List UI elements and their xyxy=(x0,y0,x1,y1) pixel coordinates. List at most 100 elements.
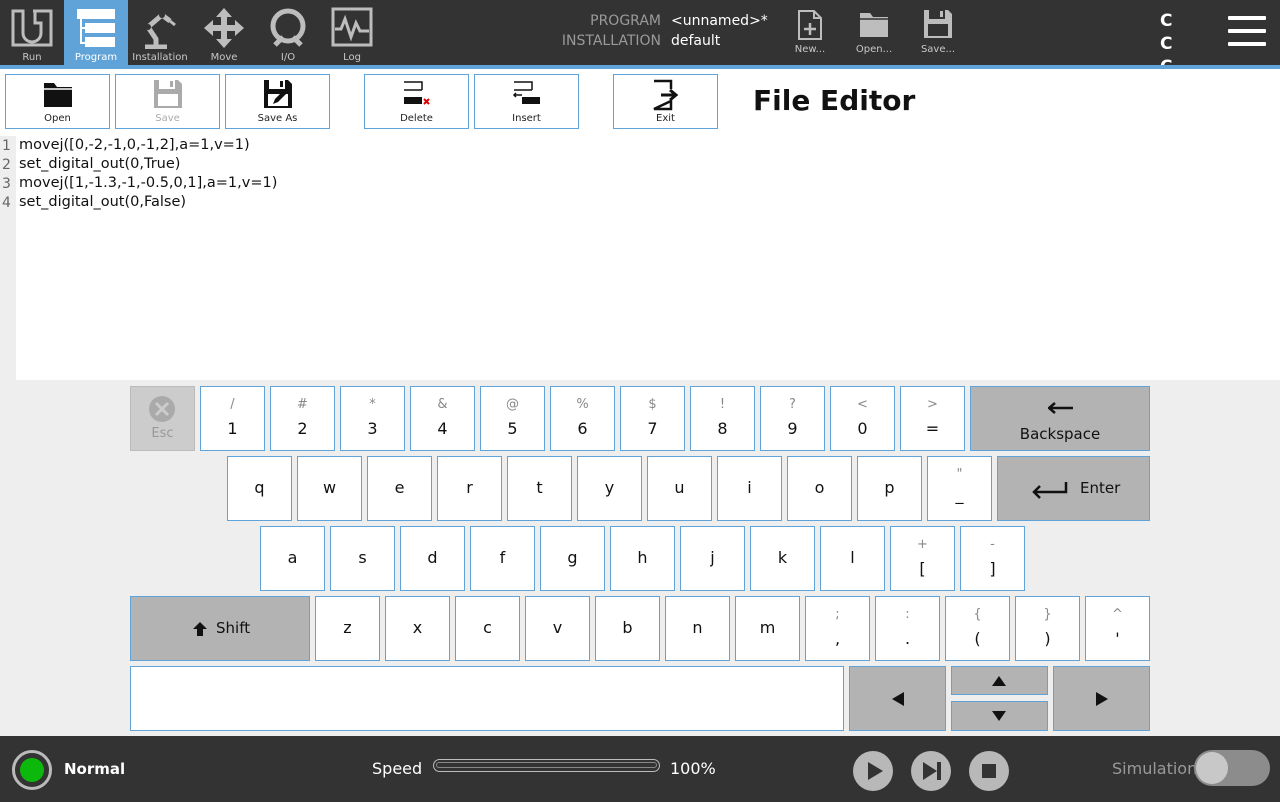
step-button[interactable] xyxy=(911,751,951,791)
speed-slider[interactable] xyxy=(433,759,660,772)
insert-line-button[interactable]: Insert xyxy=(474,74,579,129)
exit-editor-button[interactable]: Exit xyxy=(613,74,718,129)
key-l[interactable]: l xyxy=(820,526,885,591)
cursor-right-key[interactable] xyxy=(1053,666,1150,731)
program-name: <unnamed>* xyxy=(671,13,768,29)
nav-io-button[interactable]: I/O xyxy=(256,0,320,65)
key-f[interactable]: f xyxy=(470,526,535,591)
key-o[interactable]: o xyxy=(787,456,852,521)
code-line[interactable]: set_digital_out(0,False) xyxy=(19,194,186,210)
key-7[interactable]: $7 xyxy=(620,386,685,451)
folder-icon xyxy=(860,13,888,37)
backspace-key[interactable]: Backspace xyxy=(970,386,1150,451)
key-c[interactable]: c xyxy=(455,596,520,661)
nav-log-button[interactable]: Log xyxy=(320,0,384,65)
code-line[interactable]: movej([0,-2,-1,0,-1,2],a=1,v=1) xyxy=(19,137,250,153)
key-h[interactable]: h xyxy=(610,526,675,591)
key-e[interactable]: e xyxy=(367,456,432,521)
key-k[interactable]: k xyxy=(750,526,815,591)
installation-label: INSTALLATION xyxy=(561,33,661,49)
key-main-char: z xyxy=(343,618,352,637)
code-line[interactable]: set_digital_out(0,True) xyxy=(19,156,180,172)
key-g[interactable]: g xyxy=(540,526,605,591)
key-period[interactable]: :. xyxy=(875,596,940,661)
key-right-bracket[interactable]: -] xyxy=(960,526,1025,591)
key-4[interactable]: & 4 xyxy=(410,386,475,451)
cursor-left-key[interactable] xyxy=(849,666,946,731)
key-6[interactable]: % 6 xyxy=(550,386,615,451)
escape-key[interactable]: Esc xyxy=(130,386,195,451)
key-2[interactable]: #2 xyxy=(270,386,335,451)
key-n[interactable]: n xyxy=(665,596,730,661)
enter-key[interactable]: Enter xyxy=(997,456,1150,521)
key-alt-char: ! xyxy=(719,397,726,412)
key-equals[interactable]: > = xyxy=(900,386,965,451)
key-s[interactable]: s xyxy=(330,526,395,591)
key-underscore[interactable]: " _ xyxy=(927,456,992,521)
key-comma[interactable]: ;, xyxy=(805,596,870,661)
key-0[interactable]: <0 xyxy=(830,386,895,451)
key-right-paren[interactable]: }) xyxy=(1015,596,1080,661)
key-b[interactable]: b xyxy=(595,596,660,661)
robot-status-label: Normal xyxy=(64,760,126,778)
new-file-icon xyxy=(798,10,822,40)
key-d[interactable]: d xyxy=(400,526,465,591)
stop-button[interactable] xyxy=(969,751,1009,791)
key-9[interactable]: ? 9 xyxy=(760,386,825,451)
nav-installation-button[interactable]: Installation xyxy=(128,0,192,65)
key-r[interactable]: r xyxy=(437,456,502,521)
key-t[interactable]: t xyxy=(507,456,572,521)
key-i[interactable]: i xyxy=(717,456,782,521)
code-editor[interactable]: 1 movej([0,-2,-1,0,-1,2],a=1,v=1) 2 set_… xyxy=(0,136,1280,380)
key-x[interactable]: x xyxy=(385,596,450,661)
key-m[interactable]: m xyxy=(735,596,800,661)
key-apostrophe[interactable]: ^ ' xyxy=(1085,596,1150,661)
key-5[interactable]: @5 xyxy=(480,386,545,451)
key-1[interactable]: /1 xyxy=(200,386,265,451)
play-icon xyxy=(868,762,883,780)
key-j[interactable]: j xyxy=(680,526,745,591)
floppy-disk-icon xyxy=(154,80,182,108)
simulation-toggle[interactable] xyxy=(1194,750,1270,786)
open-file-button[interactable]: Open xyxy=(5,74,110,129)
key-u[interactable]: u xyxy=(647,456,712,521)
key-8[interactable]: ! 8 xyxy=(690,386,755,451)
key-main-char: 8 xyxy=(717,419,728,438)
escape-key-label: Esc xyxy=(151,426,174,441)
save-as-button[interactable]: Save As xyxy=(225,74,330,129)
nav-program-button[interactable]: Program xyxy=(64,0,128,65)
cursor-up-key[interactable] xyxy=(951,666,1048,695)
robot-status-indicator-icon[interactable] xyxy=(12,750,52,790)
delete-line-button[interactable]: Delete xyxy=(364,74,469,129)
cursor-down-key[interactable] xyxy=(951,701,1048,731)
key-y[interactable]: y xyxy=(577,456,642,521)
key-w[interactable]: w xyxy=(297,456,362,521)
save-file-button[interactable]: Save xyxy=(115,74,220,129)
play-button[interactable] xyxy=(853,751,893,791)
cc-control-icon[interactable]: C CC C xyxy=(1160,10,1210,100)
key-q[interactable]: q xyxy=(227,456,292,521)
key-p[interactable]: p xyxy=(857,456,922,521)
key-main-char: t xyxy=(536,478,543,497)
code-line[interactable]: movej([1,-1.3,-1,-0.5,0,1],a=1,v=1) xyxy=(19,175,277,191)
nav-run-button[interactable]: Run xyxy=(0,0,64,65)
nav-installation-label: Installation xyxy=(132,52,188,63)
open-program-button[interactable]: Open... xyxy=(844,0,904,65)
step-forward-icon xyxy=(923,762,941,780)
key-v[interactable]: v xyxy=(525,596,590,661)
key-z[interactable]: z xyxy=(315,596,380,661)
key-alt-char: % xyxy=(576,397,589,412)
key-a[interactable]: a xyxy=(260,526,325,591)
key-left-paren[interactable]: {( xyxy=(945,596,1010,661)
hamburger-menu-icon[interactable] xyxy=(1228,16,1266,48)
nav-move-button[interactable]: Move xyxy=(192,0,256,65)
shift-key[interactable]: Shift xyxy=(130,596,310,661)
key-main-char: u xyxy=(674,478,685,497)
save-program-button[interactable]: Save... xyxy=(908,0,968,65)
key-main-char: b xyxy=(622,618,633,637)
key-3[interactable]: * 3 xyxy=(340,386,405,451)
key-left-bracket[interactable]: +[ xyxy=(890,526,955,591)
keyboard-text-input[interactable] xyxy=(130,666,844,731)
new-program-button[interactable]: New... xyxy=(780,0,840,65)
save-as-icon xyxy=(264,80,292,108)
